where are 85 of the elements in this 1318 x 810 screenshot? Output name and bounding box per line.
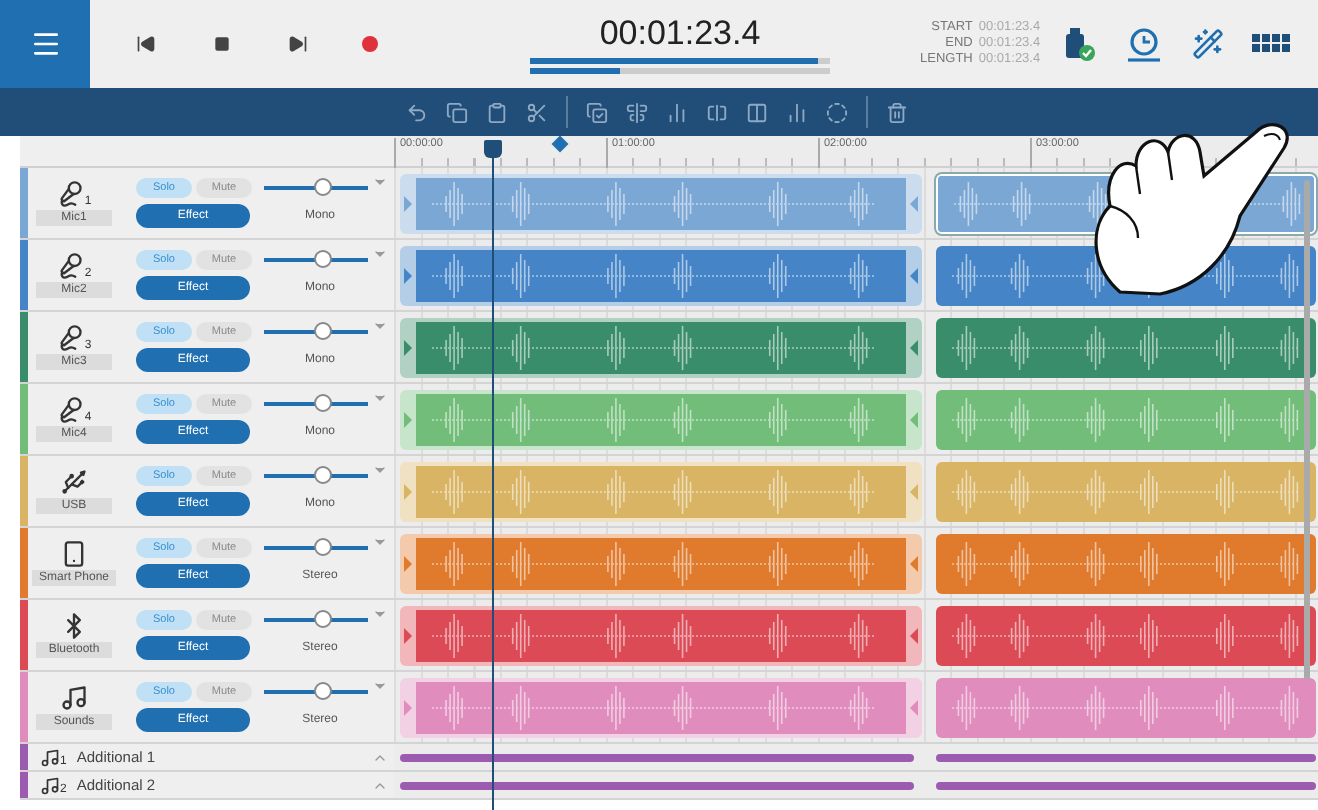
music-note-icon [40,775,60,795]
audio-clip[interactable] [400,533,922,593]
caret-icon[interactable] [372,246,388,262]
trash-icon [886,101,908,123]
usb-icon [60,468,88,496]
audio-clip[interactable] [400,173,922,233]
record-icon [362,36,378,52]
caret-icon[interactable] [372,534,388,550]
trim-handle-icon[interactable] [910,699,918,715]
edit-tool-button[interactable] [746,101,768,123]
dashed-circle-icon [826,101,848,123]
trim-handle-icon[interactable] [910,483,918,499]
storage-button[interactable] [1064,26,1097,62]
audio-clip[interactable] [400,389,922,449]
caret-icon[interactable] [372,462,388,478]
trim-handle-icon[interactable] [404,339,412,355]
edit-tool-button[interactable] [666,101,688,123]
trim-handle-icon[interactable] [404,195,412,211]
caret-icon[interactable] [372,390,388,406]
skip-back-icon [136,34,156,54]
menu-button[interactable] [0,0,90,88]
edit-tool-button[interactable] [626,101,648,123]
audio-clip[interactable] [400,781,914,789]
microphone-icon [56,324,85,352]
undo-icon [406,101,428,123]
drive-check-icon [1064,26,1097,62]
delete-button[interactable] [886,101,908,123]
caret-icon[interactable] [372,318,388,334]
stop-icon [214,36,230,52]
trim-handle-icon[interactable] [910,195,918,211]
audio-clip[interactable] [400,677,922,737]
edit-tool-button[interactable] [586,101,608,123]
music-note-icon [60,684,88,712]
scrollbar[interactable] [1304,180,1310,680]
menu-icon [29,28,61,60]
caret-icon[interactable] [372,678,388,694]
grid-icon [1252,34,1291,54]
effects-button[interactable] [1192,28,1225,60]
audio-clip[interactable] [400,245,922,305]
trim-handle-icon[interactable] [404,699,412,715]
caret-icon[interactable] [372,174,388,190]
trim-handle-icon[interactable] [404,627,412,643]
trim-handle-icon[interactable] [910,339,918,355]
smartphone-icon [60,540,88,568]
trim-handle-icon[interactable] [910,555,918,571]
undo-button[interactable] [406,101,428,123]
split-square-icon [706,101,728,123]
copy-check-icon [586,101,608,123]
align-center-icon [626,101,648,123]
trim-handle-icon[interactable] [910,627,918,643]
trim-handle-icon[interactable] [404,267,412,283]
columns-icon [746,101,768,123]
audio-clip[interactable] [936,753,1316,761]
edit-tool-button[interactable] [786,101,808,123]
trim-handle-icon[interactable] [404,555,412,571]
edit-tool-button[interactable] [826,101,848,123]
audio-clip[interactable] [936,781,1316,789]
edit-tool-button[interactable] [706,101,728,123]
timer-button[interactable] [1124,26,1165,62]
wand-icon [1192,28,1225,60]
microphone-icon [56,396,85,424]
grid-view-button[interactable] [1252,34,1291,54]
clock-icon [1124,26,1165,62]
scissors-icon [526,101,548,123]
audio-clip[interactable] [400,753,914,761]
bars-icon [786,101,808,123]
audio-clip[interactable] [400,461,922,521]
microphone-icon [56,252,85,280]
cut-button[interactable] [526,101,548,123]
audio-clip[interactable] [400,317,922,377]
skip-forward-icon [288,34,308,54]
trim-handle-icon[interactable] [910,411,918,427]
copy-icon [446,101,468,123]
clipboard-icon [486,101,508,123]
copy-button[interactable] [446,101,468,123]
trim-handle-icon[interactable] [910,267,918,283]
paste-button[interactable] [486,101,508,123]
audio-clip[interactable] [400,605,922,665]
bars-icon [666,101,688,123]
trim-handle-icon[interactable] [404,483,412,499]
microphone-icon [56,180,85,208]
time-display: 00:01:23.4 [599,14,761,54]
caret-icon[interactable] [372,606,388,622]
music-note-icon [40,747,60,767]
trim-handle-icon[interactable] [404,411,412,427]
